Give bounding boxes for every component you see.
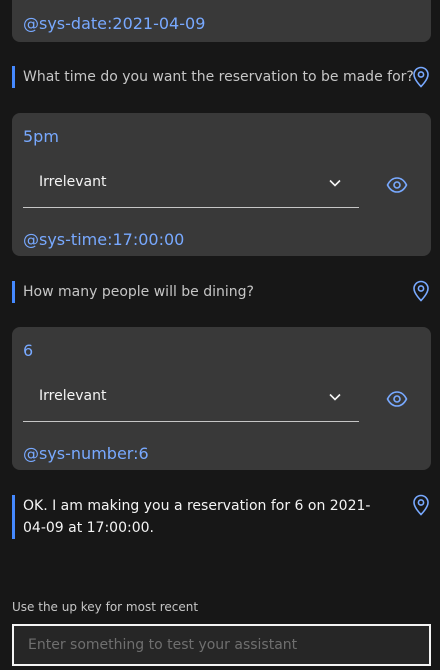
location-pin-icon[interactable]: [411, 66, 431, 88]
entity-time: @sys-time:17:00:00: [23, 230, 185, 249]
location-pin-icon[interactable]: [411, 280, 431, 302]
intent-dropdown[interactable]: Irrelevant: [23, 160, 359, 208]
intent-dropdown-label: Irrelevant: [39, 388, 107, 404]
test-assistant-input[interactable]: [14, 626, 429, 664]
entity-card-date: @sys-date:2021-04-09: [12, 0, 431, 42]
chevron-down-icon: [329, 393, 341, 401]
user-input-text: 6: [23, 341, 34, 360]
bot-message-confirmation: OK. I am making you a reservation for 6 …: [12, 495, 383, 539]
intent-dropdown-label: Irrelevant: [39, 174, 107, 190]
location-pin-icon[interactable]: [411, 494, 431, 516]
chevron-down-icon: [329, 179, 341, 187]
test-input-wrapper: [12, 624, 431, 666]
entity-number: @sys-number:6: [23, 444, 149, 463]
intent-dropdown[interactable]: Irrelevant: [23, 374, 359, 422]
user-input-card-party-size: 6 Irrelevant @sys-number:6: [12, 327, 431, 470]
input-hint: Use the up key for most recent: [12, 600, 199, 614]
bot-message-time: What time do you want the reservation to…: [12, 66, 414, 88]
eye-icon[interactable]: [386, 388, 408, 410]
entity-date: @sys-date:2021-04-09: [23, 14, 206, 33]
eye-icon[interactable]: [386, 174, 408, 196]
user-input-text: 5pm: [23, 127, 59, 146]
user-input-card-time: 5pm Irrelevant @sys-time:17:00:00: [12, 113, 431, 256]
bot-message-party-size: How many people will be dining?: [12, 281, 254, 303]
